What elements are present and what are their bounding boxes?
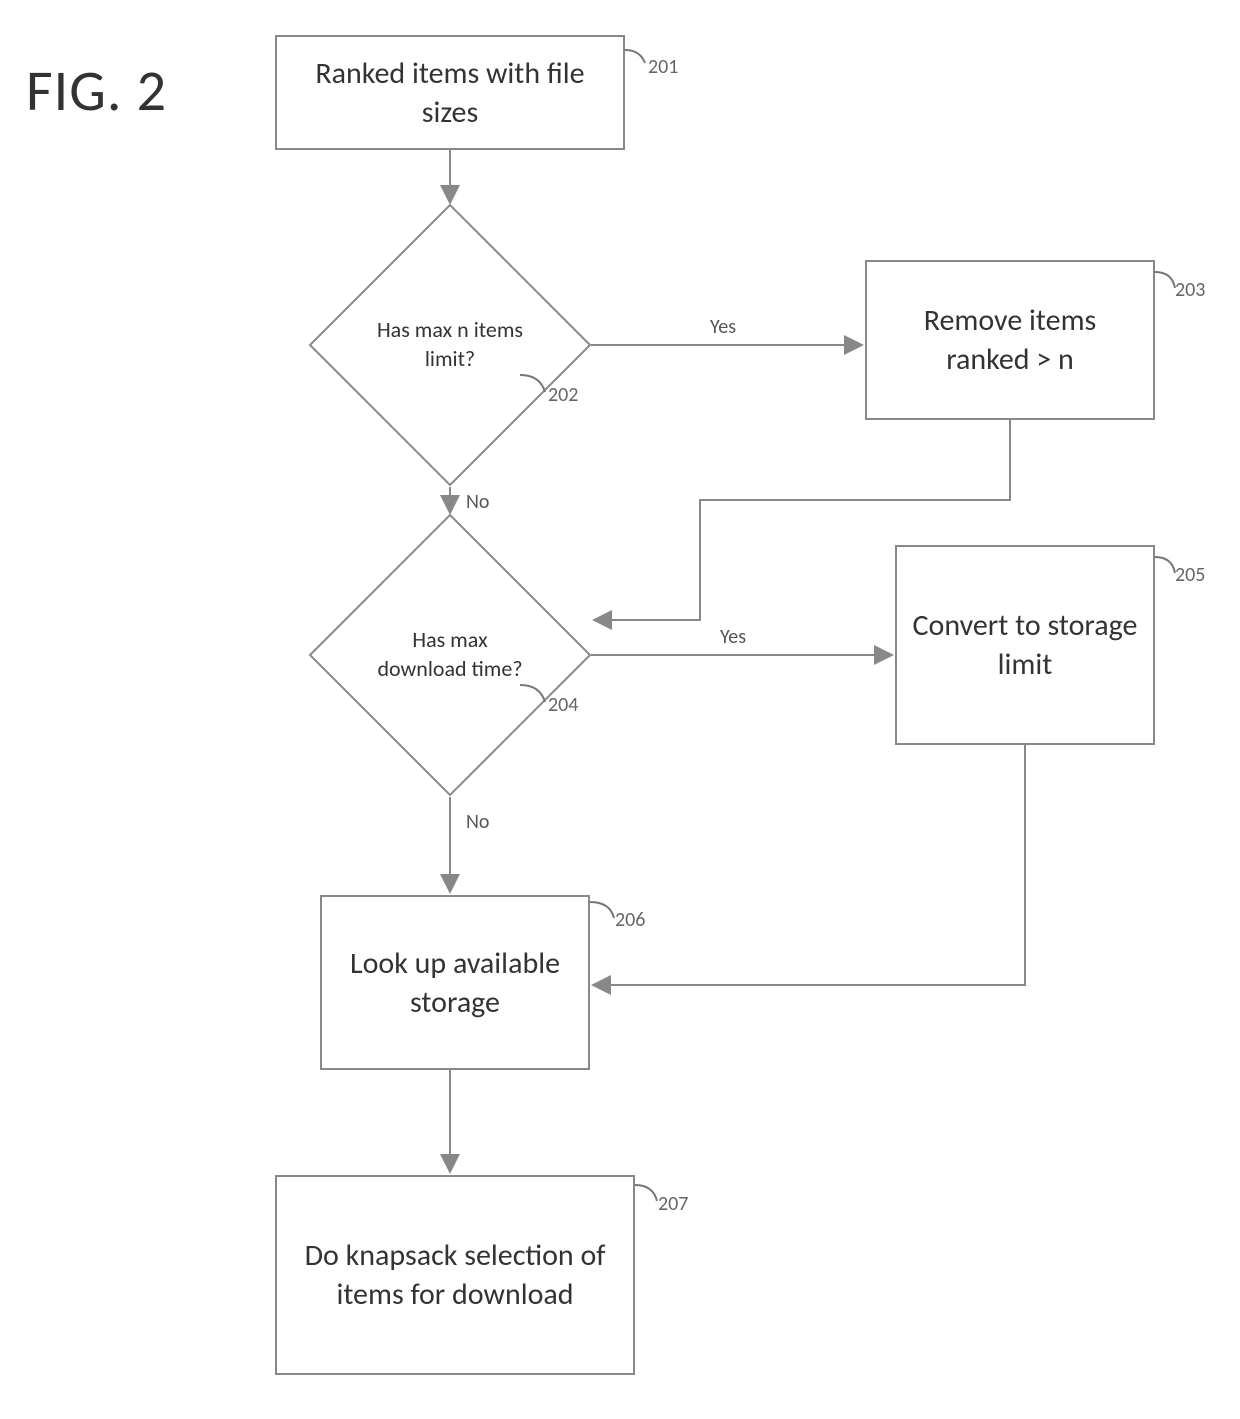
ref-204: 204	[548, 693, 578, 717]
node-has-max-download-time: Has max download time?	[350, 555, 550, 755]
edge-label-no-202: No	[466, 490, 489, 514]
node-text: Ranked items with file sizes	[289, 54, 611, 132]
edge-label-yes-204: Yes	[720, 625, 746, 649]
node-convert-storage-limit: Convert to storage limit	[895, 545, 1155, 745]
node-ranked-items: Ranked items with file sizes	[275, 35, 625, 150]
ref-201: 201	[648, 55, 678, 79]
ref-205: 205	[1175, 563, 1205, 587]
node-text: Look up available storage	[334, 944, 576, 1022]
ref-206: 206	[615, 908, 645, 932]
node-text: Do knapsack selection of items for downl…	[289, 1236, 621, 1314]
node-knapsack-selection: Do knapsack selection of items for downl…	[275, 1175, 635, 1375]
node-has-max-items: Has max n items limit?	[350, 245, 550, 445]
ref-202: 202	[548, 383, 578, 407]
node-remove-items: Remove items ranked > n	[865, 260, 1155, 420]
ref-203: 203	[1175, 278, 1205, 302]
node-text: Has max download time?	[370, 626, 530, 683]
node-text: Has max n items limit?	[370, 316, 530, 373]
node-text: Convert to storage limit	[909, 606, 1141, 684]
ref-207: 207	[658, 1192, 688, 1216]
node-lookup-storage: Look up available storage	[320, 895, 590, 1070]
figure-label: FIG. 2	[26, 55, 167, 126]
edge-label-no-204: No	[466, 810, 489, 834]
node-text: Remove items ranked > n	[879, 301, 1141, 379]
edge-label-yes-202: Yes	[710, 315, 736, 339]
